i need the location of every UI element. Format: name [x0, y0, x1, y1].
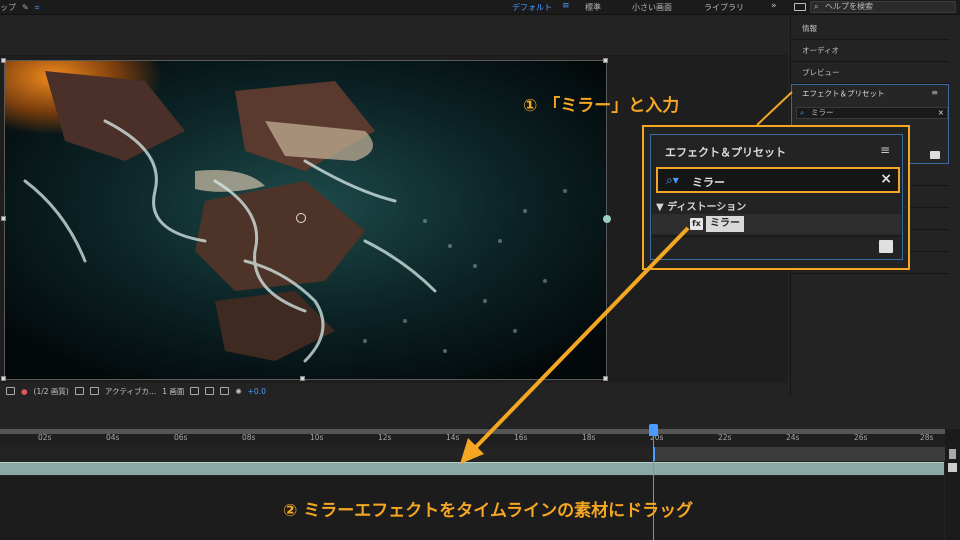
time-tick: 16s: [514, 433, 528, 442]
region-icon[interactable]: [74, 387, 84, 395]
new-bin-icon[interactable]: [930, 151, 940, 159]
time-tick: 24s: [786, 433, 800, 442]
snapshot-icon[interactable]: [6, 387, 15, 395]
camera-select[interactable]: アクティブカ...: [105, 386, 156, 397]
zoomed-panel-title: エフェクト＆プリセット: [665, 146, 786, 159]
panel-audio[interactable]: オーディオ: [791, 40, 949, 62]
transform-handle[interactable]: [300, 376, 305, 381]
layer-duration-bar[interactable]: [0, 462, 944, 475]
fast-preview-icon[interactable]: [190, 387, 200, 395]
exposure-value[interactable]: +0.0: [248, 387, 266, 396]
workspace-tab-default[interactable]: デフォルト: [512, 2, 552, 13]
comp-button-icon[interactable]: [948, 463, 957, 472]
channel-icon[interactable]: ●: [21, 387, 28, 396]
work-area-bar[interactable]: [0, 429, 945, 434]
effects-panel-title: エフェクト＆プリセット: [802, 89, 885, 98]
time-tick: 22s: [718, 433, 732, 442]
timeline-zoom-column: [945, 429, 960, 540]
panel-info[interactable]: 情報: [791, 18, 949, 40]
viewer-toolbar: ● (1/2 画質) アクティブカ... 1 画面 ✺ +0.0: [0, 383, 788, 399]
panel-menu-icon[interactable]: ≡: [931, 88, 938, 97]
effects-search-input[interactable]: ⌕ ミラー ×: [796, 107, 948, 119]
search-icon: ⌕: [814, 2, 819, 11]
layer-handle[interactable]: [603, 215, 611, 223]
search-icon: ⌕▾: [666, 173, 679, 187]
time-tick: 12s: [378, 433, 392, 442]
new-bin-icon[interactable]: [879, 240, 893, 253]
transform-handle[interactable]: [1, 376, 6, 381]
workspace-tab-standard[interactable]: 標準: [585, 2, 601, 13]
help-search-placeholder: ヘルプを検索: [825, 2, 873, 11]
effect-icon: fx: [690, 218, 703, 230]
pin-icon[interactable]: ✎: [22, 3, 29, 12]
timeline-header: [0, 400, 960, 428]
views-select[interactable]: 1 画面: [162, 386, 184, 397]
workspace-menu-icon[interactable]: ≡: [562, 1, 570, 11]
time-tick: 26s: [854, 433, 868, 442]
flowchart-icon[interactable]: [220, 387, 230, 395]
transform-handle[interactable]: [1, 216, 6, 221]
reset-exposure-icon[interactable]: ✺: [235, 387, 241, 396]
snap-icon[interactable]: ⌗: [35, 3, 40, 13]
zoomed-search-input[interactable]: ⌕▾ ミラー ×: [656, 167, 900, 193]
transform-handle[interactable]: [1, 58, 6, 63]
help-search-input[interactable]: ⌕ ヘルプを検索: [810, 1, 956, 13]
workspace-tab-small-screen[interactable]: 小さい画面: [632, 2, 672, 13]
search-icon: ⌕: [800, 108, 805, 117]
monitor-icon[interactable]: [794, 3, 806, 11]
time-tick: 08s: [242, 433, 256, 442]
transform-handle[interactable]: [603, 376, 608, 381]
time-ruler[interactable]: 02s 04s 06s 08s 10s 12s 14s 16s 18s 20s …: [0, 429, 945, 447]
effect-row-mirror[interactable]: fx ミラー: [652, 214, 901, 234]
aerial-ocean-image: [5, 61, 606, 379]
playhead-line[interactable]: [653, 425, 654, 540]
panel-menu-icon[interactable]: ≡: [880, 143, 890, 157]
effects-search-value: ミラー: [811, 108, 834, 117]
workspace-tab-libraries[interactable]: ライブラリ: [704, 2, 744, 13]
end-marker-icon[interactable]: [949, 449, 956, 459]
time-tick: 18s: [582, 433, 596, 442]
tools-fragment: ップ ✎ ⌗: [0, 2, 39, 13]
time-tick: 04s: [106, 433, 120, 442]
anchor-point-icon[interactable]: [296, 213, 306, 223]
workspace-bar: ップ ✎ ⌗ デフォルト ≡ 標準 小さい画面 ライブラリ » ⌕ ヘルプを検索: [0, 0, 960, 15]
timeline-icon[interactable]: [205, 387, 215, 395]
more-workspaces-icon[interactable]: »: [771, 1, 777, 11]
time-tick: 10s: [310, 433, 324, 442]
timeline-track-shade: [653, 447, 945, 461]
callout-step2: ② ミラーエフェクトをタイムラインの素材にドラッグ: [283, 501, 694, 521]
callout-step1: ① 「ミラー」と入力: [523, 96, 680, 116]
clear-search-icon[interactable]: ×: [938, 108, 944, 118]
tool-label-fragment: ップ: [0, 3, 16, 12]
time-tick: 02s: [38, 433, 52, 442]
zoomed-panel-footer: [652, 236, 901, 258]
zoomed-search-value: ミラー: [692, 176, 725, 189]
distortion-folder[interactable]: ▼ ディストーション: [656, 198, 746, 213]
transparency-grid-icon[interactable]: [89, 387, 99, 395]
transform-handle[interactable]: [603, 58, 608, 63]
time-tick: 14s: [446, 433, 460, 442]
clear-search-icon[interactable]: ×: [880, 171, 892, 187]
panel-preview[interactable]: プレビュー: [791, 62, 949, 84]
time-tick: 28s: [920, 433, 934, 442]
viewer-header: [0, 16, 788, 56]
magnification-select[interactable]: (1/2 画質): [34, 386, 69, 397]
time-tick: 06s: [174, 433, 188, 442]
effect-label-mirror: ミラー: [706, 216, 744, 232]
